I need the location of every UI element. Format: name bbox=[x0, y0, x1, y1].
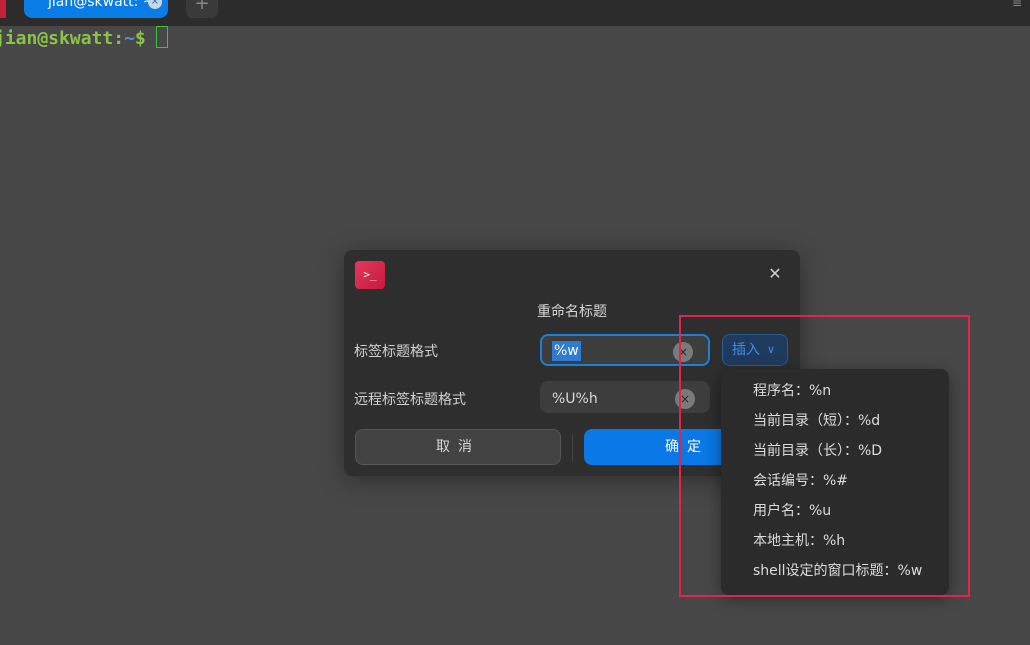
dialog-title: 重命名标题 bbox=[537, 304, 607, 320]
menu-item-local-host[interactable]: 本地主机：%h bbox=[753, 531, 845, 551]
chevron-down-icon: ∨ bbox=[767, 343, 776, 356]
prompt-colon: : bbox=[113, 28, 125, 49]
tab-label: jian@skwatt: ~ bbox=[48, 0, 155, 10]
button-divider bbox=[572, 434, 573, 462]
menu-item-session-number[interactable]: 会话编号：%# bbox=[753, 471, 848, 491]
tab-close-icon[interactable]: × bbox=[148, 0, 162, 9]
tab-title-format-value: %w bbox=[552, 341, 581, 361]
tab-bar: jian@skwatt: ~ × + ≡ bbox=[0, 0, 1030, 26]
add-tab-button[interactable]: + bbox=[186, 0, 218, 18]
cancel-button[interactable]: 取消 bbox=[355, 429, 561, 465]
menu-item-program-name[interactable]: 程序名：%n bbox=[753, 381, 831, 401]
terminal-cursor bbox=[155, 26, 168, 48]
insert-button-label: 插入 bbox=[732, 342, 760, 358]
menu-item-shell-window-title[interactable]: shell设定的窗口标题：%w bbox=[753, 561, 922, 581]
menu-item-current-dir-long[interactable]: 当前目录（长）：%D bbox=[753, 441, 882, 461]
window-accent bbox=[0, 0, 6, 18]
remote-tab-title-format-value: %U%h bbox=[552, 391, 598, 407]
hamburger-menu-icon[interactable]: ≡ bbox=[1012, 0, 1024, 9]
insert-dropdown-menu: 程序名：%n 当前目录（短）：%d 当前目录（长）：%D 会话编号：%# 用户名… bbox=[721, 369, 949, 595]
clear-remote-tab-title-icon[interactable]: × bbox=[675, 389, 695, 409]
dialog-close-icon[interactable]: ✕ bbox=[766, 265, 784, 283]
menu-item-current-dir-short[interactable]: 当前目录（短）：%d bbox=[753, 411, 880, 431]
menu-item-username[interactable]: 用户名：%u bbox=[753, 501, 831, 521]
prompt-user: jian@skwatt bbox=[0, 28, 114, 49]
insert-button[interactable]: 插入 ∨ bbox=[722, 334, 788, 366]
remote-tab-title-format-label: 远程标签标题格式 bbox=[354, 392, 466, 408]
terminal-prompt: jian@skwatt:~$ bbox=[0, 26, 168, 52]
prompt-dollar: $ bbox=[134, 28, 146, 49]
tab-title-format-label: 标签标题格式 bbox=[354, 344, 438, 360]
tab-title-format-input[interactable]: %w × bbox=[540, 334, 710, 366]
clear-tab-title-icon[interactable]: × bbox=[673, 342, 693, 362]
prompt-path: ~ bbox=[124, 28, 135, 49]
remote-tab-title-format-input[interactable]: %U%h × bbox=[540, 381, 710, 413]
terminal-app-icon: >_ bbox=[355, 261, 385, 289]
tab-terminal[interactable]: jian@skwatt: ~ × bbox=[24, 0, 168, 18]
